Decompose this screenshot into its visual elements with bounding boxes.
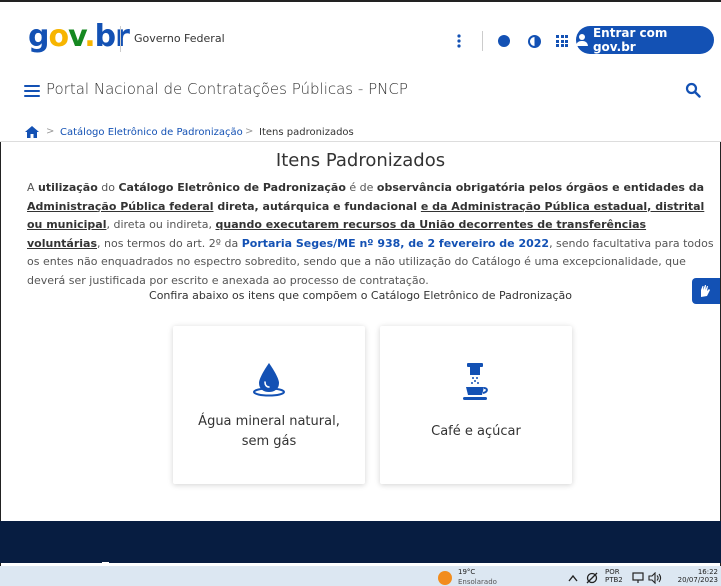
page-title: Itens Padronizados: [275, 150, 446, 171]
hands-icon: [701, 285, 710, 297]
keyboard-language[interactable]: POR PTB2: [605, 568, 623, 584]
login-govbr-button[interactable]: Entrar com gov.br: [576, 26, 714, 54]
chevron-up-icon[interactable]: [568, 574, 578, 582]
display-icon[interactable]: [632, 572, 645, 584]
home-icon[interactable]: [25, 126, 39, 138]
kebab-menu-icon[interactable]: [450, 32, 468, 50]
weather-description: Ensolarado: [458, 578, 497, 586]
card-label: Água mineral natural,: [198, 414, 340, 429]
governo-federal-label: Governo Federal: [134, 32, 225, 45]
card-cafe-acucar[interactable]: Café e açúcar: [380, 326, 572, 484]
card-label: Café e açúcar: [431, 424, 521, 439]
hamburger-menu-icon[interactable]: [24, 85, 40, 97]
vlibras-accessibility-button[interactable]: [692, 278, 720, 304]
search-icon[interactable]: [685, 82, 701, 98]
breadcrumb-item-catalogo[interactable]: Catálogo Eletrônico de Padronização: [60, 127, 243, 138]
breadcrumb-separator: >: [46, 126, 55, 137]
volume-icon[interactable]: [648, 572, 662, 584]
breadcrumb-item-current: Itens padronizados: [259, 127, 354, 138]
portal-title[interactable]: Portal Nacional de Contratações Públicas…: [46, 80, 408, 98]
weather-temperature: 19°C: [458, 568, 476, 576]
network-icon[interactable]: [586, 572, 598, 584]
water-drop-icon: [253, 363, 285, 397]
site-footer: [0, 521, 721, 563]
user-icon: [576, 34, 588, 46]
icon-divider: [482, 31, 483, 51]
sun-icon[interactable]: [438, 571, 452, 585]
card-label: sem gás: [241, 434, 297, 449]
govbr-logo[interactable]: gov.br: [28, 22, 130, 52]
breadcrumb-separator: >: [245, 126, 254, 137]
card-agua-mineral[interactable]: Água mineral natural, sem gás: [173, 326, 365, 484]
catalog-subheading: Confira abaixo os itens que compõem o Ca…: [149, 289, 572, 302]
cookie-icon[interactable]: [495, 32, 513, 50]
header-icons: [450, 30, 571, 52]
intro-paragraph: A utilização do Catálogo Eletrônico de P…: [27, 181, 714, 287]
contrast-icon[interactable]: [525, 32, 543, 50]
login-button-label: Entrar com gov.br: [592, 26, 668, 54]
logo-divider: [120, 26, 121, 52]
coffee-cup-icon: [463, 363, 488, 400]
portaria-link[interactable]: Portaria Seges/ME nº 938, de 2 fevereiro…: [242, 237, 549, 250]
clock[interactable]: 16:22 20/07/2023: [676, 568, 718, 584]
apps-grid-icon[interactable]: [553, 32, 571, 50]
